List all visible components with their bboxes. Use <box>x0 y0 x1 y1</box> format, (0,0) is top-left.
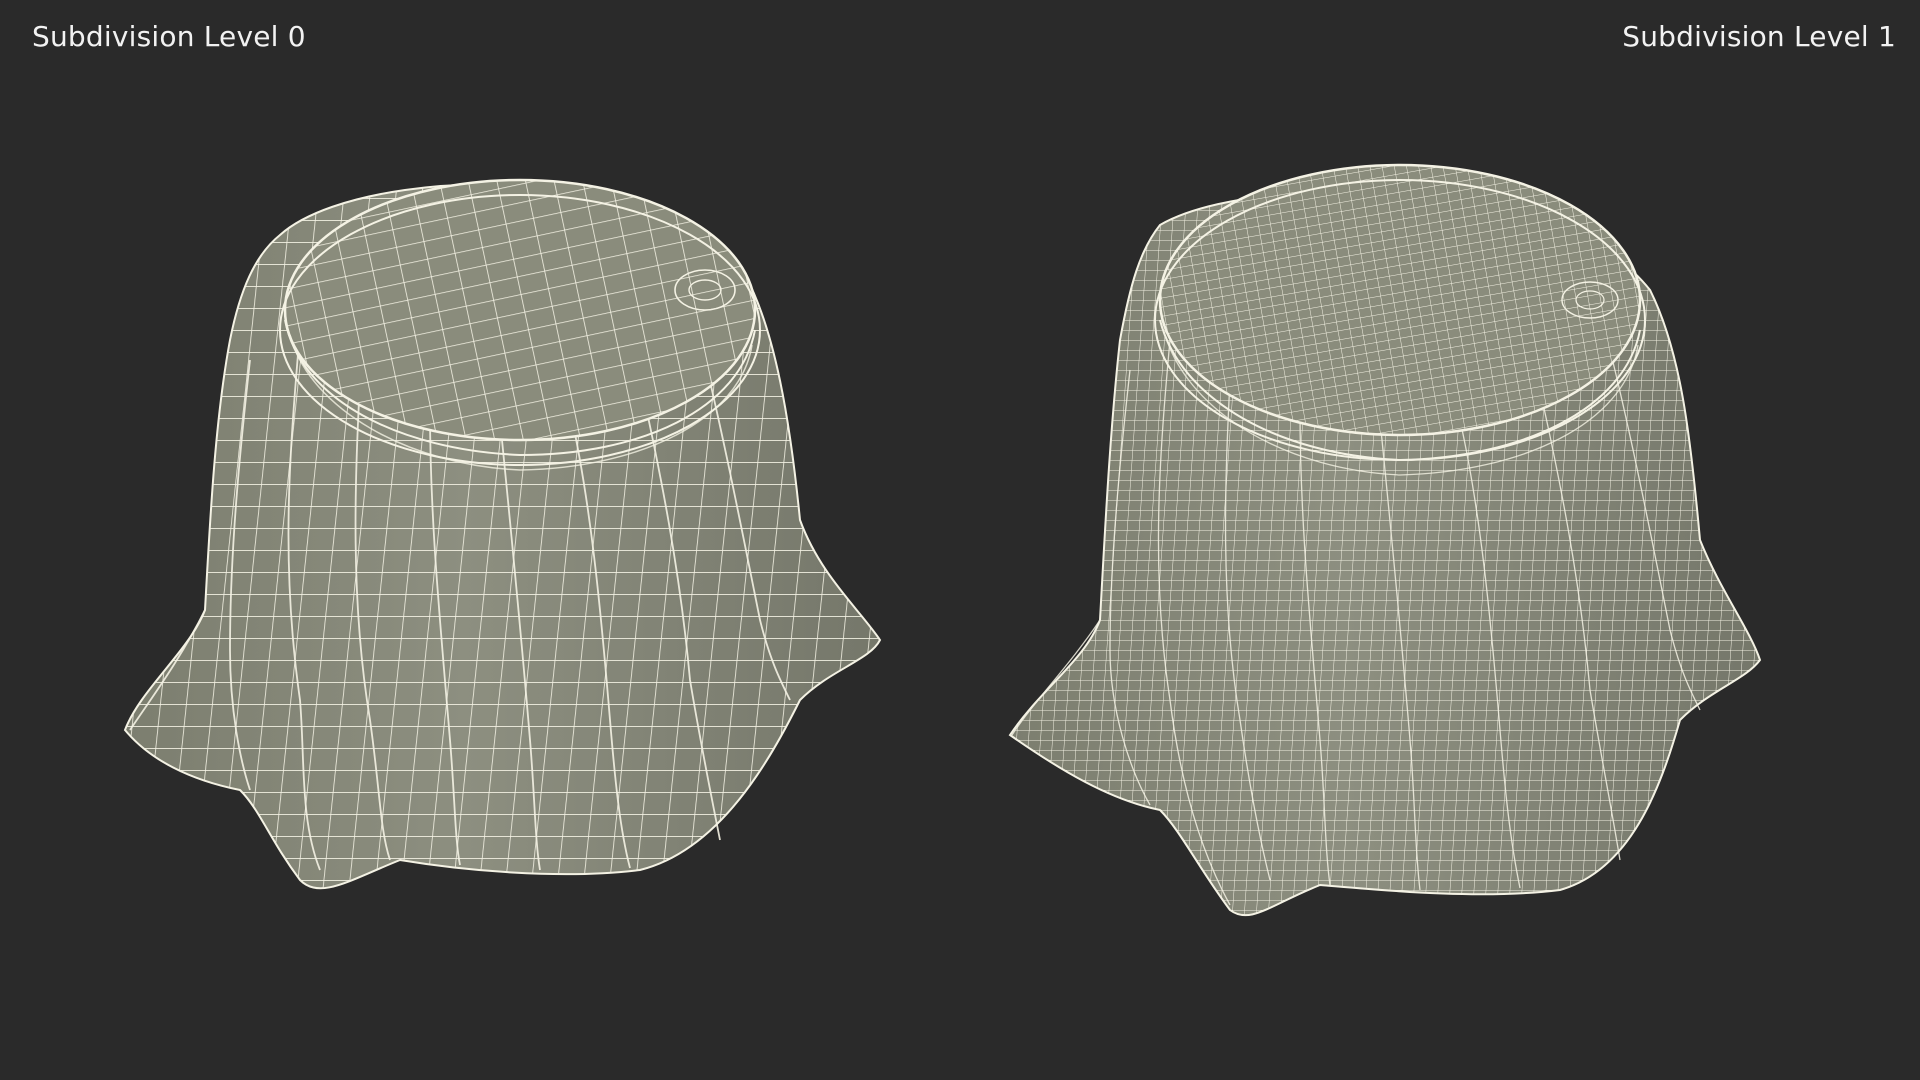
stump-level-0 <box>123 178 882 890</box>
viewport: Subdivision Level 0 Subdivision Level 1 <box>0 0 1920 1080</box>
stump-renders <box>123 163 1762 917</box>
subdivision-level-1-label: Subdivision Level 1 <box>1622 20 1896 53</box>
stump-level-1 <box>1008 163 1762 917</box>
subdivision-level-0-label: Subdivision Level 0 <box>32 20 306 53</box>
